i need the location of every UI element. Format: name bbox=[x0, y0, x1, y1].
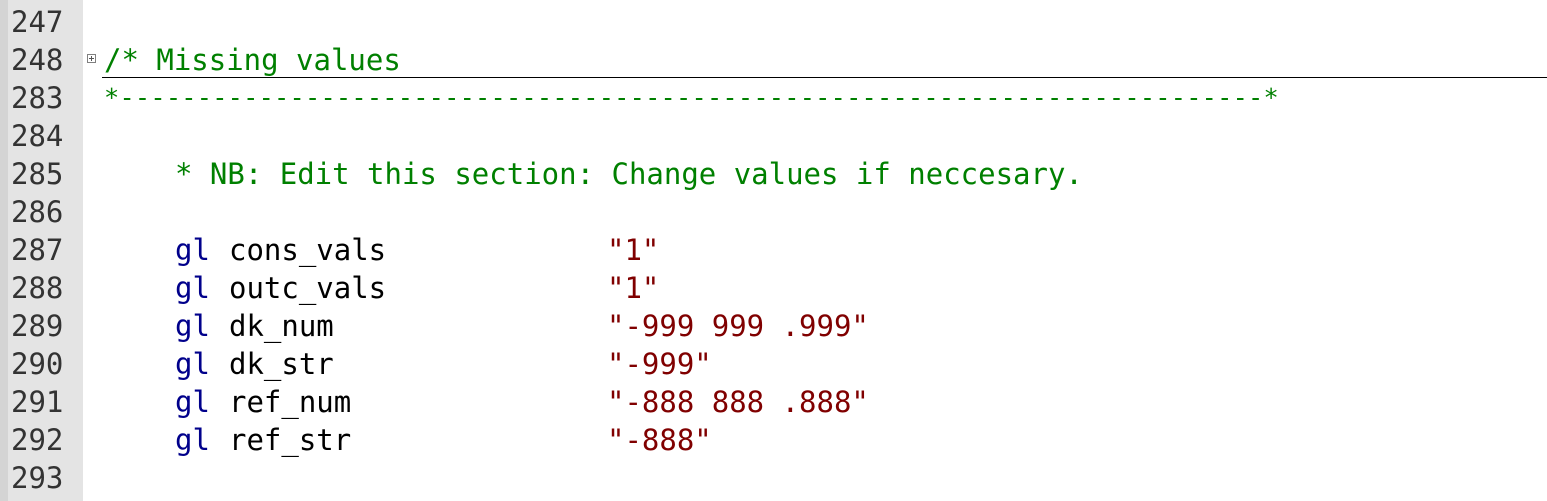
string-value: "1" bbox=[607, 233, 660, 267]
line-number: 289 bbox=[11, 309, 64, 343]
code-line[interactable]: 293 bbox=[0, 459, 1547, 497]
line-number: 288 bbox=[11, 271, 64, 305]
line-number: 284 bbox=[11, 119, 64, 153]
code-line[interactable]: 288 gl outc_vals "1" bbox=[0, 269, 1547, 307]
fold-marker-line bbox=[102, 77, 1547, 78]
line-number: 291 bbox=[11, 385, 64, 419]
macro-name: dk_num bbox=[229, 309, 334, 343]
macro-name: ref_str bbox=[229, 423, 352, 457]
macro-name: ref_num bbox=[229, 385, 352, 419]
line-number: 287 bbox=[11, 233, 64, 267]
code-line[interactable]: 283 *-----------------------------------… bbox=[0, 79, 1547, 117]
line-number: 283 bbox=[11, 81, 64, 115]
comment-text: * NB: Edit this section: Change values i… bbox=[175, 157, 1083, 191]
line-number: 292 bbox=[11, 423, 64, 457]
code-line[interactable]: 287 gl cons_vals "1" bbox=[0, 231, 1547, 269]
comment-text: /* Missing values bbox=[104, 43, 401, 77]
string-value: "-888 888 .888" bbox=[607, 385, 869, 419]
code-line[interactable]: 289 gl dk_num "-999 999 .999" bbox=[0, 307, 1547, 345]
code-line[interactable]: 248 /* Missing values bbox=[0, 41, 1547, 79]
code-line[interactable]: 290 gl dk_str "-999" bbox=[0, 345, 1547, 383]
macro-name: outc_vals bbox=[229, 271, 387, 305]
string-value: "-999 999 .999" bbox=[607, 309, 869, 343]
string-value: "-999" bbox=[607, 347, 712, 381]
keyword-token: gl bbox=[175, 233, 210, 267]
code-line[interactable]: 285 * NB: Edit this section: Change valu… bbox=[0, 155, 1547, 193]
code-line[interactable]: 291 gl ref_num "-888 888 .888" bbox=[0, 383, 1547, 421]
keyword-token: gl bbox=[175, 271, 210, 305]
macro-name: cons_vals bbox=[229, 233, 387, 267]
code-line[interactable]: 286 bbox=[0, 193, 1547, 231]
line-number: 290 bbox=[11, 347, 64, 381]
keyword-token: gl bbox=[175, 423, 210, 457]
line-number: 293 bbox=[11, 461, 64, 495]
macro-name: dk_str bbox=[229, 347, 334, 381]
keyword-token: gl bbox=[175, 309, 210, 343]
code-editor[interactable]: 247 248 /* Missing values 283 *---------… bbox=[0, 0, 1547, 501]
string-value: "-888" bbox=[607, 423, 712, 457]
line-number: 286 bbox=[11, 195, 64, 229]
expand-fold-icon[interactable] bbox=[87, 54, 96, 63]
comment-text: *---------------------------------------… bbox=[104, 83, 1279, 112]
code-line[interactable]: 247 bbox=[0, 3, 1547, 41]
keyword-token: gl bbox=[175, 347, 210, 381]
line-number: 285 bbox=[11, 157, 64, 191]
code-line[interactable]: 292 gl ref_str "-888" bbox=[0, 421, 1547, 459]
keyword-token: gl bbox=[175, 385, 210, 419]
line-number: 248 bbox=[11, 43, 64, 77]
code-line[interactable]: 284 bbox=[0, 117, 1547, 155]
string-value: "1" bbox=[607, 271, 660, 305]
line-number: 247 bbox=[11, 5, 64, 39]
